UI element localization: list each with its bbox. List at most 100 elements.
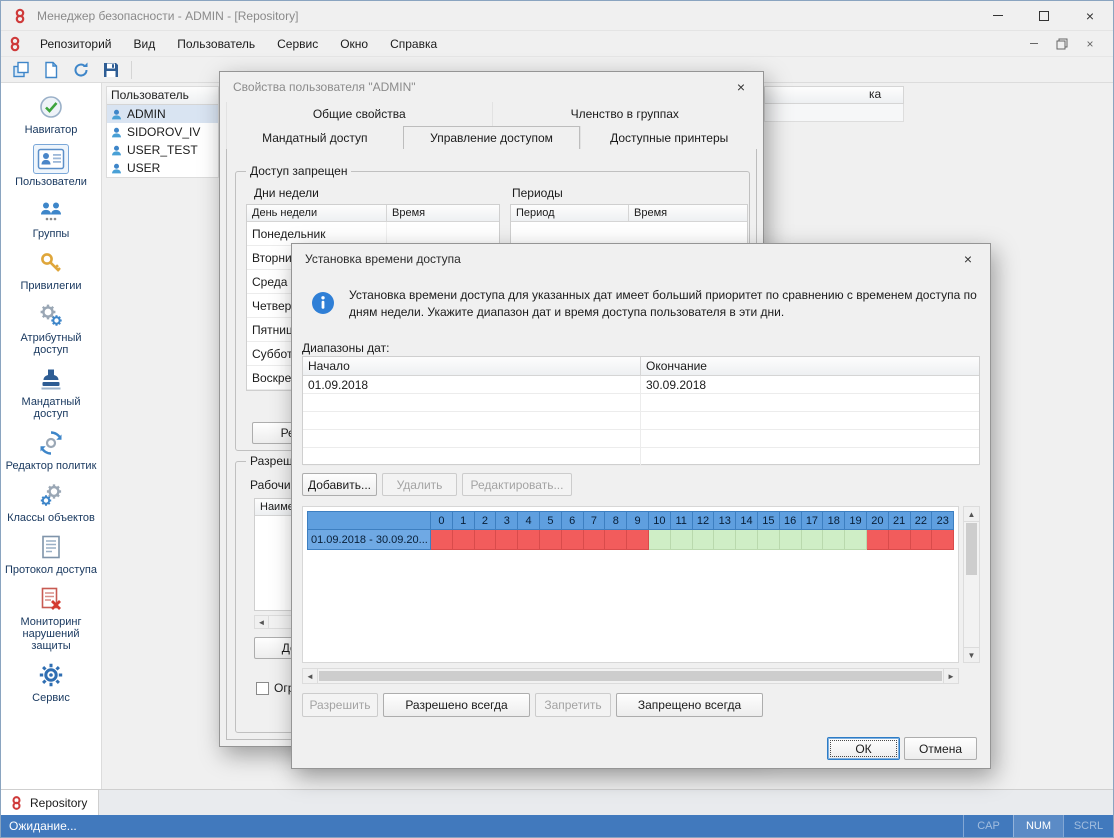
user-row[interactable]: USER — [107, 159, 218, 177]
mdi-close-button[interactable]: × — [1079, 35, 1101, 53]
ok-button[interactable]: ОК — [827, 737, 900, 760]
cancel-button[interactable]: Отмена — [904, 737, 977, 760]
grid-cell-denied[interactable] — [627, 530, 649, 550]
grid-cell-denied[interactable] — [475, 530, 497, 550]
grid-hour-header[interactable]: 6 — [562, 511, 584, 530]
menu-item[interactable]: Окно — [329, 31, 379, 56]
close-button[interactable]: × — [1067, 1, 1113, 30]
menu-item[interactable]: Справка — [379, 31, 448, 56]
grid-hour-header[interactable]: 22 — [911, 511, 933, 530]
grid-hour-header[interactable]: 11 — [671, 511, 693, 530]
refresh-button[interactable] — [67, 58, 94, 82]
grid-cell-allowed[interactable] — [823, 530, 845, 550]
tab[interactable]: Управление доступом — [403, 126, 581, 150]
column-header[interactable]: Начало — [303, 357, 641, 375]
tab[interactable]: Общие свойства — [226, 102, 492, 126]
grid-cell-allowed[interactable] — [758, 530, 780, 550]
tab[interactable]: Доступные принтеры — [580, 126, 757, 150]
tab[interactable]: Членство в группах — [492, 102, 758, 126]
sidebar-item[interactable]: Пользователи — [1, 140, 101, 192]
grid-hour-header[interactable]: 1 — [453, 511, 475, 530]
grid-hour-header[interactable]: 4 — [518, 511, 540, 530]
scroll-left-icon[interactable]: ◄ — [303, 669, 318, 683]
grid-hour-header[interactable]: 0 — [431, 511, 453, 530]
sidebar-item[interactable]: Мандатный доступ — [1, 360, 101, 424]
repository-tab[interactable]: Repository — [1, 790, 99, 815]
grid-cell-denied[interactable] — [431, 530, 453, 550]
grid-cell-denied[interactable] — [540, 530, 562, 550]
sidebar-item[interactable]: Протокол доступа — [1, 528, 101, 580]
hscroll-thumb[interactable] — [319, 671, 942, 681]
user-row[interactable]: USER_TEST — [107, 141, 218, 159]
allow-button[interactable]: Разрешить — [302, 693, 378, 717]
grid-cell-denied[interactable] — [584, 530, 606, 550]
sidebar-item[interactable]: Классы объектов — [1, 476, 101, 528]
grid-cell-denied[interactable] — [496, 530, 518, 550]
grid-cell-denied[interactable] — [518, 530, 540, 550]
grid-hour-header[interactable]: 12 — [693, 511, 715, 530]
grid-hour-header[interactable]: 18 — [823, 511, 845, 530]
grid-hour-header[interactable]: 10 — [649, 511, 671, 530]
scroll-up-icon[interactable]: ▲ — [964, 507, 979, 522]
grid-row-label[interactable]: 01.09.2018 - 30.09.20... — [307, 530, 431, 550]
tab[interactable]: Мандатный доступ — [226, 126, 403, 150]
scroll-left-icon[interactable]: ◄ — [255, 616, 269, 628]
sidebar-item[interactable]: Привилегии — [1, 244, 101, 296]
user-row[interactable]: SIDOROV_IV — [107, 123, 218, 141]
user-list-header[interactable]: Пользователь — [107, 87, 218, 105]
maximize-button[interactable] — [1021, 1, 1067, 30]
grid-hscrollbar[interactable]: ◄ ► — [302, 668, 959, 684]
edit-range-button[interactable]: Редактировать... — [462, 473, 572, 496]
grid-cell-allowed[interactable] — [671, 530, 693, 550]
sidebar-item[interactable]: Сервис — [1, 656, 101, 708]
grid-vscrollbar[interactable]: ▲ ▼ — [963, 506, 980, 663]
grid-hour-header[interactable]: 17 — [802, 511, 824, 530]
grid-cell-allowed[interactable] — [802, 530, 824, 550]
grid-cell-denied[interactable] — [453, 530, 475, 550]
grid-hour-header[interactable]: 23 — [932, 511, 954, 530]
grid-hour-header[interactable]: 16 — [780, 511, 802, 530]
delete-range-button[interactable]: Удалить — [382, 473, 457, 496]
time-dialog-titlebar[interactable]: Установка времени доступа × — [292, 244, 990, 273]
grid-hour-header[interactable]: 20 — [867, 511, 889, 530]
grid-cell-denied[interactable] — [605, 530, 627, 550]
table-row[interactable]: 01.09.201830.09.2018 — [303, 376, 979, 394]
sidebar-item[interactable]: Редактор политик — [1, 424, 101, 476]
menu-item[interactable]: Вид — [123, 31, 167, 56]
new-window-button[interactable] — [7, 58, 34, 82]
grid-corner-cell[interactable] — [307, 511, 431, 530]
grid-hour-header[interactable]: 3 — [496, 511, 518, 530]
menu-item[interactable]: Сервис — [266, 31, 329, 56]
grid-cell-denied[interactable] — [562, 530, 584, 550]
grid-cell-allowed[interactable] — [714, 530, 736, 550]
minimize-button[interactable] — [975, 1, 1021, 30]
new-document-button[interactable] — [37, 58, 64, 82]
allow-always-button[interactable]: Разрешено всегда — [383, 693, 530, 717]
user-row[interactable]: ADMIN — [107, 105, 218, 123]
vscroll-thumb[interactable] — [966, 523, 977, 575]
sidebar-item[interactable]: Мониторинг нарушений защиты — [1, 580, 101, 656]
grid-hour-header[interactable]: 21 — [889, 511, 911, 530]
limit-checkbox[interactable] — [256, 682, 269, 695]
menu-item[interactable]: Репозиторий — [29, 31, 123, 56]
column-header[interactable]: Время — [387, 207, 499, 219]
grid-cell-allowed[interactable] — [649, 530, 671, 550]
grid-cell-denied[interactable] — [932, 530, 954, 550]
grid-cell-allowed[interactable] — [780, 530, 802, 550]
column-header[interactable]: Окончание — [641, 359, 979, 373]
time-close-button[interactable]: × — [946, 244, 990, 273]
grid-hour-header[interactable]: 14 — [736, 511, 758, 530]
grid-hour-header[interactable]: 19 — [845, 511, 867, 530]
column-header[interactable]: День недели — [247, 205, 387, 221]
scroll-right-icon[interactable]: ► — [943, 669, 958, 683]
deny-button[interactable]: Запретить — [535, 693, 611, 717]
grid-cell-denied[interactable] — [889, 530, 911, 550]
grid-hour-header[interactable]: 7 — [584, 511, 606, 530]
grid-cell-allowed[interactable] — [845, 530, 867, 550]
sidebar-item[interactable]: Навигатор — [1, 88, 101, 140]
column-header[interactable]: Период — [511, 205, 629, 221]
grid-hour-header[interactable]: 2 — [475, 511, 497, 530]
grid-cell-denied[interactable] — [867, 530, 889, 550]
grid-hour-header[interactable]: 13 — [714, 511, 736, 530]
scroll-down-icon[interactable]: ▼ — [964, 647, 979, 662]
